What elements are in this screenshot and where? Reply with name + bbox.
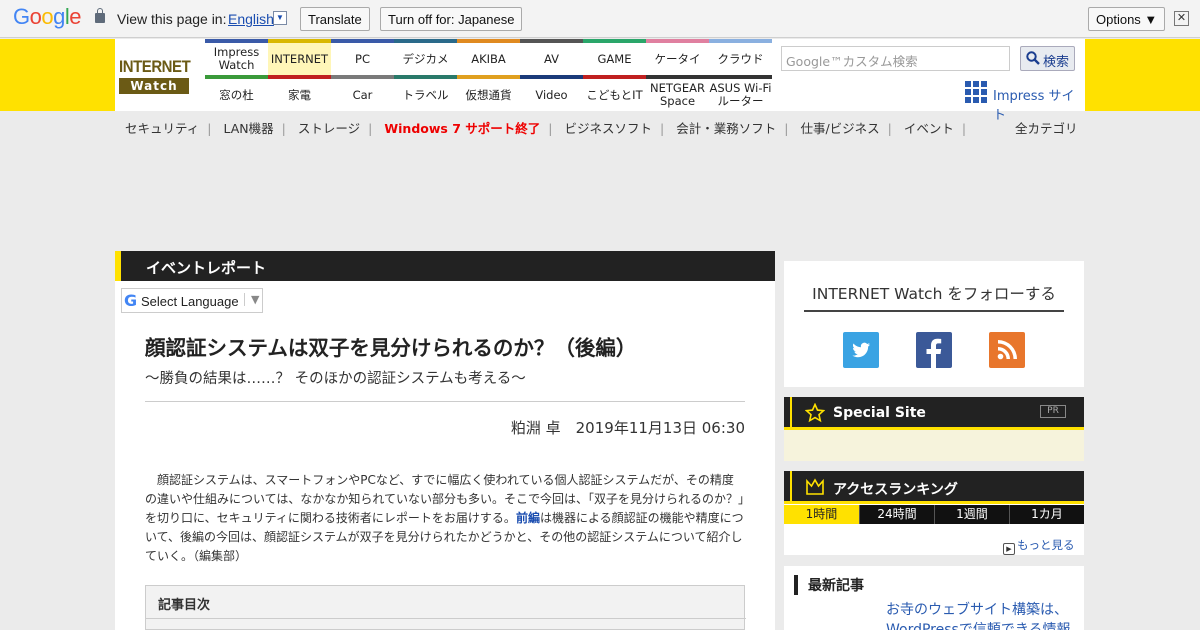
- toc-heading: 記事目次: [158, 598, 211, 613]
- article-panel: イベントレポート G Select Language ▼ 顔認証システムは双子を…: [115, 251, 775, 630]
- follow-title: INTERNET Watch をフォローする: [812, 285, 1056, 303]
- turn-off-button[interactable]: Turn off for: Japanese: [380, 7, 523, 31]
- separator: |: [548, 121, 553, 136]
- google-g-icon: G: [124, 291, 138, 310]
- article-subtitle: ～勝負の結果は……？ そのほかの認証システムも考える～: [145, 371, 526, 387]
- all-categories-link[interactable]: 全カテゴリ: [1015, 118, 1078, 137]
- language-link[interactable]: English: [228, 11, 274, 27]
- language-dropdown-icon[interactable]: ▼: [273, 11, 287, 25]
- site-logo[interactable]: INTERNET Watch: [119, 57, 197, 95]
- separator: |: [281, 121, 286, 136]
- category-link[interactable]: 会計・業務ソフト: [676, 121, 776, 136]
- chevron-down-icon: ▼: [244, 293, 259, 306]
- select-language-dropdown[interactable]: G Select Language ▼: [121, 288, 263, 313]
- nav-item[interactable]: クラウド: [709, 39, 772, 75]
- nav-item[interactable]: GAME: [583, 39, 646, 75]
- ranking-tabs: 1時間 24時間 1週間 1カ月: [784, 505, 1084, 524]
- special-site-box: Special Site PR: [784, 397, 1084, 461]
- search-icon: [1026, 51, 1040, 65]
- facebook-icon[interactable]: [916, 332, 952, 368]
- separator: |: [961, 121, 967, 136]
- category-link[interactable]: ストレージ: [298, 121, 360, 136]
- search-input[interactable]: Google™カスタム検索: [781, 46, 1010, 71]
- impress-site-link[interactable]: Impress サイト: [965, 81, 1080, 123]
- crown-icon: [806, 478, 824, 495]
- star-icon: [805, 403, 825, 423]
- separator: |: [207, 121, 212, 136]
- nav-item[interactable]: ASUS Wi-Fiルーター: [709, 75, 772, 111]
- ranking-tab[interactable]: 1時間: [784, 505, 859, 524]
- google-logo: Google: [13, 4, 82, 29]
- divider: [145, 401, 745, 402]
- ranking-tab[interactable]: 1週間: [934, 505, 1009, 524]
- section-header: イベントレポート: [115, 251, 775, 281]
- separator: |: [784, 121, 789, 136]
- previous-part-link[interactable]: 前編: [516, 511, 540, 525]
- translate-button[interactable]: Translate: [300, 7, 370, 31]
- nav-item[interactable]: デジカメ: [394, 39, 457, 75]
- more-link[interactable]: ▶ もっと見る: [1003, 537, 1075, 555]
- close-icon[interactable]: ✕: [1174, 11, 1189, 26]
- play-icon: ▶: [1003, 543, 1015, 555]
- section-title: イベントレポート: [146, 259, 267, 277]
- category-link[interactable]: Windows 7 サポート終了: [384, 121, 540, 136]
- access-ranking-box: アクセスランキング 1時間 24時間 1週間 1カ月 ▶ もっと見る: [784, 471, 1084, 555]
- article-title: 顔認証システムは双子を見分けられるのか？（後編）: [145, 336, 637, 360]
- nav-item[interactable]: ケータイ: [646, 39, 709, 75]
- separator: |: [368, 121, 373, 136]
- nav-item[interactable]: トラベル: [394, 75, 457, 111]
- lock-icon: [95, 8, 105, 23]
- nav-item[interactable]: Car: [331, 75, 394, 111]
- nav-item[interactable]: 仮想通貨: [457, 75, 520, 111]
- category-link[interactable]: セキュリティ: [125, 121, 199, 136]
- options-button[interactable]: Options ▼: [1088, 7, 1166, 31]
- category-link[interactable]: イベント: [904, 121, 954, 136]
- nav-item[interactable]: PC: [331, 39, 394, 75]
- nav-item[interactable]: Video: [520, 75, 583, 111]
- ranking-title: アクセスランキング: [833, 482, 958, 498]
- latest-article-link[interactable]: お寺のウェブサイト構築は、WordPressで信頼できる情報: [886, 600, 1076, 630]
- nav-item[interactable]: 家電: [268, 75, 331, 111]
- pr-badge: PR: [1040, 405, 1066, 418]
- nav-item[interactable]: AV: [520, 39, 583, 75]
- nav-item[interactable]: INTERNET: [268, 39, 331, 75]
- site-header: INTERNET Watch Impress Watch INTERNET PC デジ…: [0, 39, 1200, 123]
- separator: |: [887, 121, 892, 136]
- category-link[interactable]: 仕事/ビジネス: [800, 121, 879, 136]
- nav-item[interactable]: NETGEAR Space: [646, 75, 709, 111]
- special-site-title: Special Site: [833, 405, 926, 421]
- table-of-contents: 記事目次: [145, 585, 746, 630]
- nav-item[interactable]: Impress Watch: [205, 39, 268, 75]
- nav-item[interactable]: 窓の杜: [205, 75, 268, 111]
- translate-bar: Google View this page in: English ▼ Tran…: [0, 0, 1200, 38]
- category-link[interactable]: ビジネスソフト: [564, 121, 652, 136]
- latest-articles-box: 最新記事 お寺のウェブサイト構築は、WordPressで信頼できる情報: [784, 566, 1084, 630]
- ranking-tab[interactable]: 24時間: [859, 505, 934, 524]
- twitter-icon[interactable]: [843, 332, 879, 368]
- follow-box: INTERNET Watch をフォローする: [784, 261, 1084, 387]
- latest-heading: 最新記事: [794, 575, 864, 595]
- nav-item[interactable]: AKIBA: [457, 39, 520, 75]
- article-byline: 粕淵 卓 2019年11月13日 06:30: [510, 419, 745, 437]
- category-link[interactable]: LAN機器: [223, 121, 273, 136]
- article-lead: 顔認証システムは、スマートフォンやPCなど、すでに幅広く使われている個人認証シス…: [145, 473, 745, 563]
- rss-icon[interactable]: [989, 332, 1025, 368]
- category-nav: セキュリティ | LAN機器 | ストレージ | Windows 7 サポート終了 | ビジネス…: [125, 118, 978, 137]
- ranking-tab[interactable]: 1カ月: [1009, 505, 1084, 524]
- search-button[interactable]: 検索: [1020, 46, 1075, 71]
- separator: |: [659, 121, 665, 136]
- nav-item[interactable]: こどもとIT: [583, 75, 646, 111]
- view-page-text: View this page in:: [117, 11, 227, 27]
- grid-icon: [965, 81, 987, 103]
